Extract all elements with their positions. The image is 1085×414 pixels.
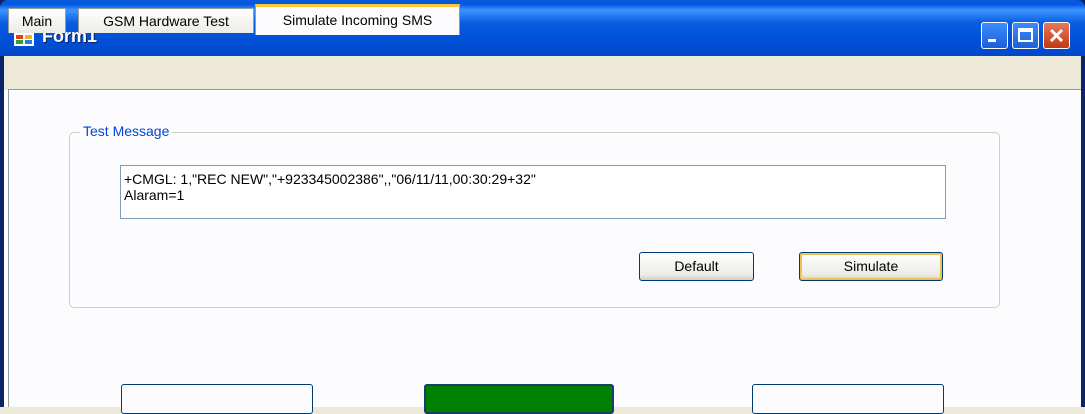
maximize-button[interactable] — [1012, 22, 1039, 49]
tab-gsm-hardware-test[interactable]: GSM Hardware Test — [78, 8, 254, 33]
close-button[interactable] — [1043, 22, 1070, 49]
minimize-button[interactable] — [981, 22, 1008, 49]
test-message-textbox[interactable]: +CMGL: 1,"REC NEW","+923345002386",,"06/… — [120, 165, 946, 219]
bottom-button-3[interactable] — [752, 384, 944, 414]
close-icon — [1049, 28, 1064, 43]
tab-simulate-incoming-sms[interactable]: Simulate Incoming SMS — [255, 4, 460, 35]
tab-strip — [4, 56, 1081, 90]
tab-main-label: Main — [21, 13, 53, 29]
tab-main[interactable]: Main — [8, 8, 66, 33]
status-indicator-button[interactable] — [424, 384, 614, 414]
test-message-group — [69, 132, 1000, 308]
form1-window: Form1 Main GSM Hardware Test Simulate In… — [0, 0, 1085, 414]
tab-gsm-label: GSM Hardware Test — [103, 13, 229, 29]
default-button[interactable]: Default — [639, 252, 754, 281]
tab-sim-label: Simulate Incoming SMS — [282, 12, 433, 28]
minimize-icon — [988, 39, 996, 42]
bottom-button-1[interactable] — [121, 384, 313, 414]
simulate-button[interactable]: Simulate — [799, 252, 943, 281]
maximize-icon — [1018, 28, 1033, 42]
test-message-group-label: Test Message — [80, 123, 173, 139]
